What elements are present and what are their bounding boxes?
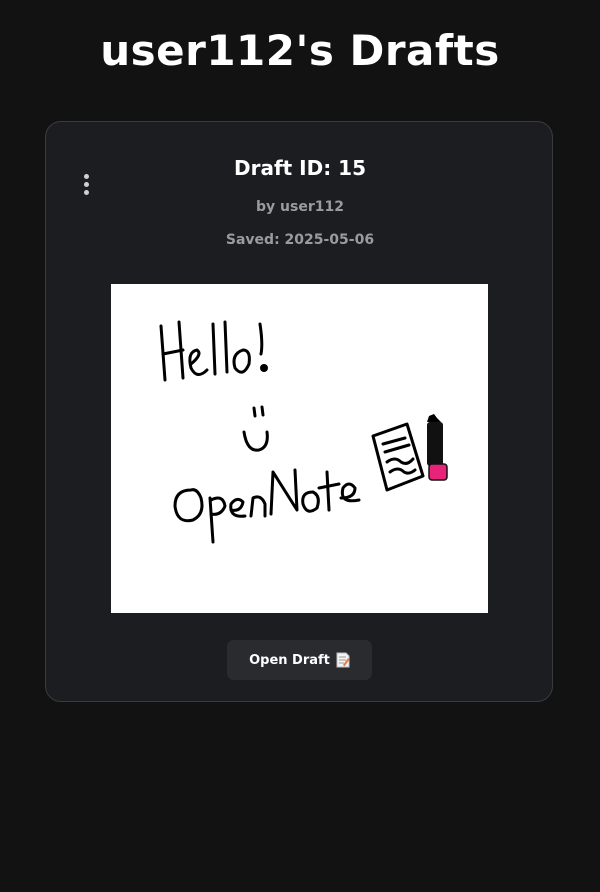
sketch-drawing [159, 320, 448, 544]
sketch-hello [159, 320, 268, 382]
sketch-smiley [242, 405, 269, 452]
sketch-notepad [371, 422, 425, 492]
open-draft-label: Open Draft [249, 652, 330, 668]
menu-dot [84, 182, 89, 187]
sketch-pen [427, 414, 448, 481]
draft-author: by user112 [256, 199, 344, 215]
open-draft-button[interactable]: Open Draft [227, 640, 372, 680]
draft-saved-date: Saved: 2025-05-06 [225, 232, 375, 248]
memo-icon [336, 652, 350, 668]
draft-title: Draft ID: 15 [233, 156, 367, 180]
page-title: user112's Drafts [100, 26, 500, 75]
sketch-opennote [173, 468, 361, 544]
draft-card: Draft ID: 15 by user112 Saved: 2025-05-0… [45, 121, 553, 702]
draft-thumbnail[interactable] [111, 284, 488, 613]
menu-dot [84, 190, 89, 195]
